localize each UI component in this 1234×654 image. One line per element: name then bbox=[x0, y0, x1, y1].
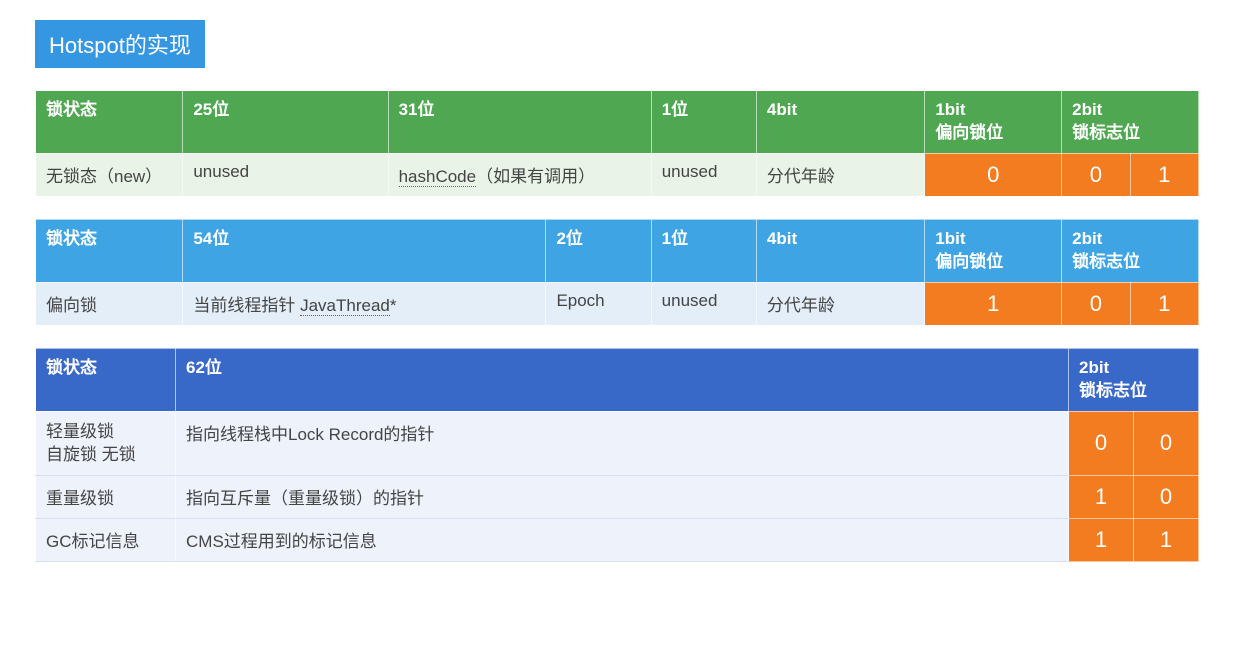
cell-desc: 指向线程栈中Lock Record的指针 bbox=[176, 411, 1069, 476]
cell-flag-bit-2: 0 bbox=[1134, 411, 1199, 476]
col-bias-bit: 1bit 偏向锁位 bbox=[925, 219, 1062, 282]
cell-54bit: 当前线程指针 JavaThread* bbox=[183, 282, 546, 325]
table-biased-lock: 锁状态 54位 2位 1位 4bit 1bit 偏向锁位 2bit 锁标志位 偏… bbox=[35, 219, 1199, 326]
cell-flag-bit-2: 1 bbox=[1134, 519, 1199, 562]
col-flag-bits: 2bit 锁标志位 bbox=[1062, 219, 1199, 282]
table-unlocked: 锁状态 25位 31位 1位 4bit 1bit 偏向锁位 2bit 锁标志位 … bbox=[35, 90, 1199, 197]
cell-flag-bit-2: 1 bbox=[1130, 153, 1198, 196]
cell-25bit: unused bbox=[183, 153, 388, 196]
cell-flag-bit-1: 0 bbox=[1062, 153, 1130, 196]
cell-1bit: unused bbox=[651, 153, 756, 196]
table-heavy-locks: 锁状态 62位 2bit 锁标志位 轻量级锁 自旋锁 无锁 指向线程栈中Lock… bbox=[35, 348, 1199, 562]
cell-flag-bit-2: 1 bbox=[1130, 282, 1198, 325]
cell-2bit: Epoch bbox=[546, 282, 651, 325]
cell-flag-bit-1: 1 bbox=[1069, 476, 1134, 519]
col-flag-bits: 2bit 锁标志位 bbox=[1062, 91, 1199, 154]
col-flag-bits: 2bit 锁标志位 bbox=[1069, 348, 1199, 411]
cell-state: 重量级锁 bbox=[36, 476, 176, 519]
table-row: 无锁态（new） unused hashCode（如果有调用） unused 分… bbox=[36, 153, 1199, 196]
table-header-row: 锁状态 62位 2bit 锁标志位 bbox=[36, 348, 1199, 411]
col-4bit: 4bit bbox=[756, 91, 924, 154]
cell-flag-bit-2: 0 bbox=[1134, 476, 1199, 519]
col-1bit: 1位 bbox=[651, 219, 756, 282]
table-row: 轻量级锁 自旋锁 无锁 指向线程栈中Lock Record的指针 0 0 bbox=[36, 411, 1199, 476]
cell-state: GC标记信息 bbox=[36, 519, 176, 562]
cell-bias-bit: 1 bbox=[925, 282, 1062, 325]
cell-bias-bit: 0 bbox=[925, 153, 1062, 196]
col-54bit: 54位 bbox=[183, 219, 546, 282]
cell-desc: CMS过程用到的标记信息 bbox=[176, 519, 1069, 562]
cell-state: 无锁态（new） bbox=[36, 153, 183, 196]
cell-31bit: hashCode（如果有调用） bbox=[388, 153, 651, 196]
col-bias-bit: 1bit 偏向锁位 bbox=[925, 91, 1062, 154]
cell-flag-bit-1: 1 bbox=[1069, 519, 1134, 562]
col-31bit: 31位 bbox=[388, 91, 651, 154]
col-lock-state: 锁状态 bbox=[36, 91, 183, 154]
cell-desc: 指向互斥量（重量级锁）的指针 bbox=[176, 476, 1069, 519]
cell-state: 轻量级锁 自旋锁 无锁 bbox=[36, 411, 176, 476]
cell-1bit: unused bbox=[651, 282, 756, 325]
col-lock-state: 锁状态 bbox=[36, 219, 183, 282]
col-1bit: 1位 bbox=[651, 91, 756, 154]
col-4bit: 4bit bbox=[756, 219, 924, 282]
col-62bit: 62位 bbox=[176, 348, 1069, 411]
cell-state: 偏向锁 bbox=[36, 282, 183, 325]
cell-4bit: 分代年龄 bbox=[756, 153, 924, 196]
page-title: Hotspot的实现 bbox=[35, 20, 205, 68]
table-row: 偏向锁 当前线程指针 JavaThread* Epoch unused 分代年龄… bbox=[36, 282, 1199, 325]
cell-flag-bit-1: 0 bbox=[1069, 411, 1134, 476]
col-2bit: 2位 bbox=[546, 219, 651, 282]
cell-4bit: 分代年龄 bbox=[756, 282, 924, 325]
cell-flag-bit-1: 0 bbox=[1062, 282, 1130, 325]
col-25bit: 25位 bbox=[183, 91, 388, 154]
table-row: 重量级锁 指向互斥量（重量级锁）的指针 1 0 bbox=[36, 476, 1199, 519]
table-header-row: 锁状态 54位 2位 1位 4bit 1bit 偏向锁位 2bit 锁标志位 bbox=[36, 219, 1199, 282]
col-lock-state: 锁状态 bbox=[36, 348, 176, 411]
table-row: GC标记信息 CMS过程用到的标记信息 1 1 bbox=[36, 519, 1199, 562]
table-header-row: 锁状态 25位 31位 1位 4bit 1bit 偏向锁位 2bit 锁标志位 bbox=[36, 91, 1199, 154]
